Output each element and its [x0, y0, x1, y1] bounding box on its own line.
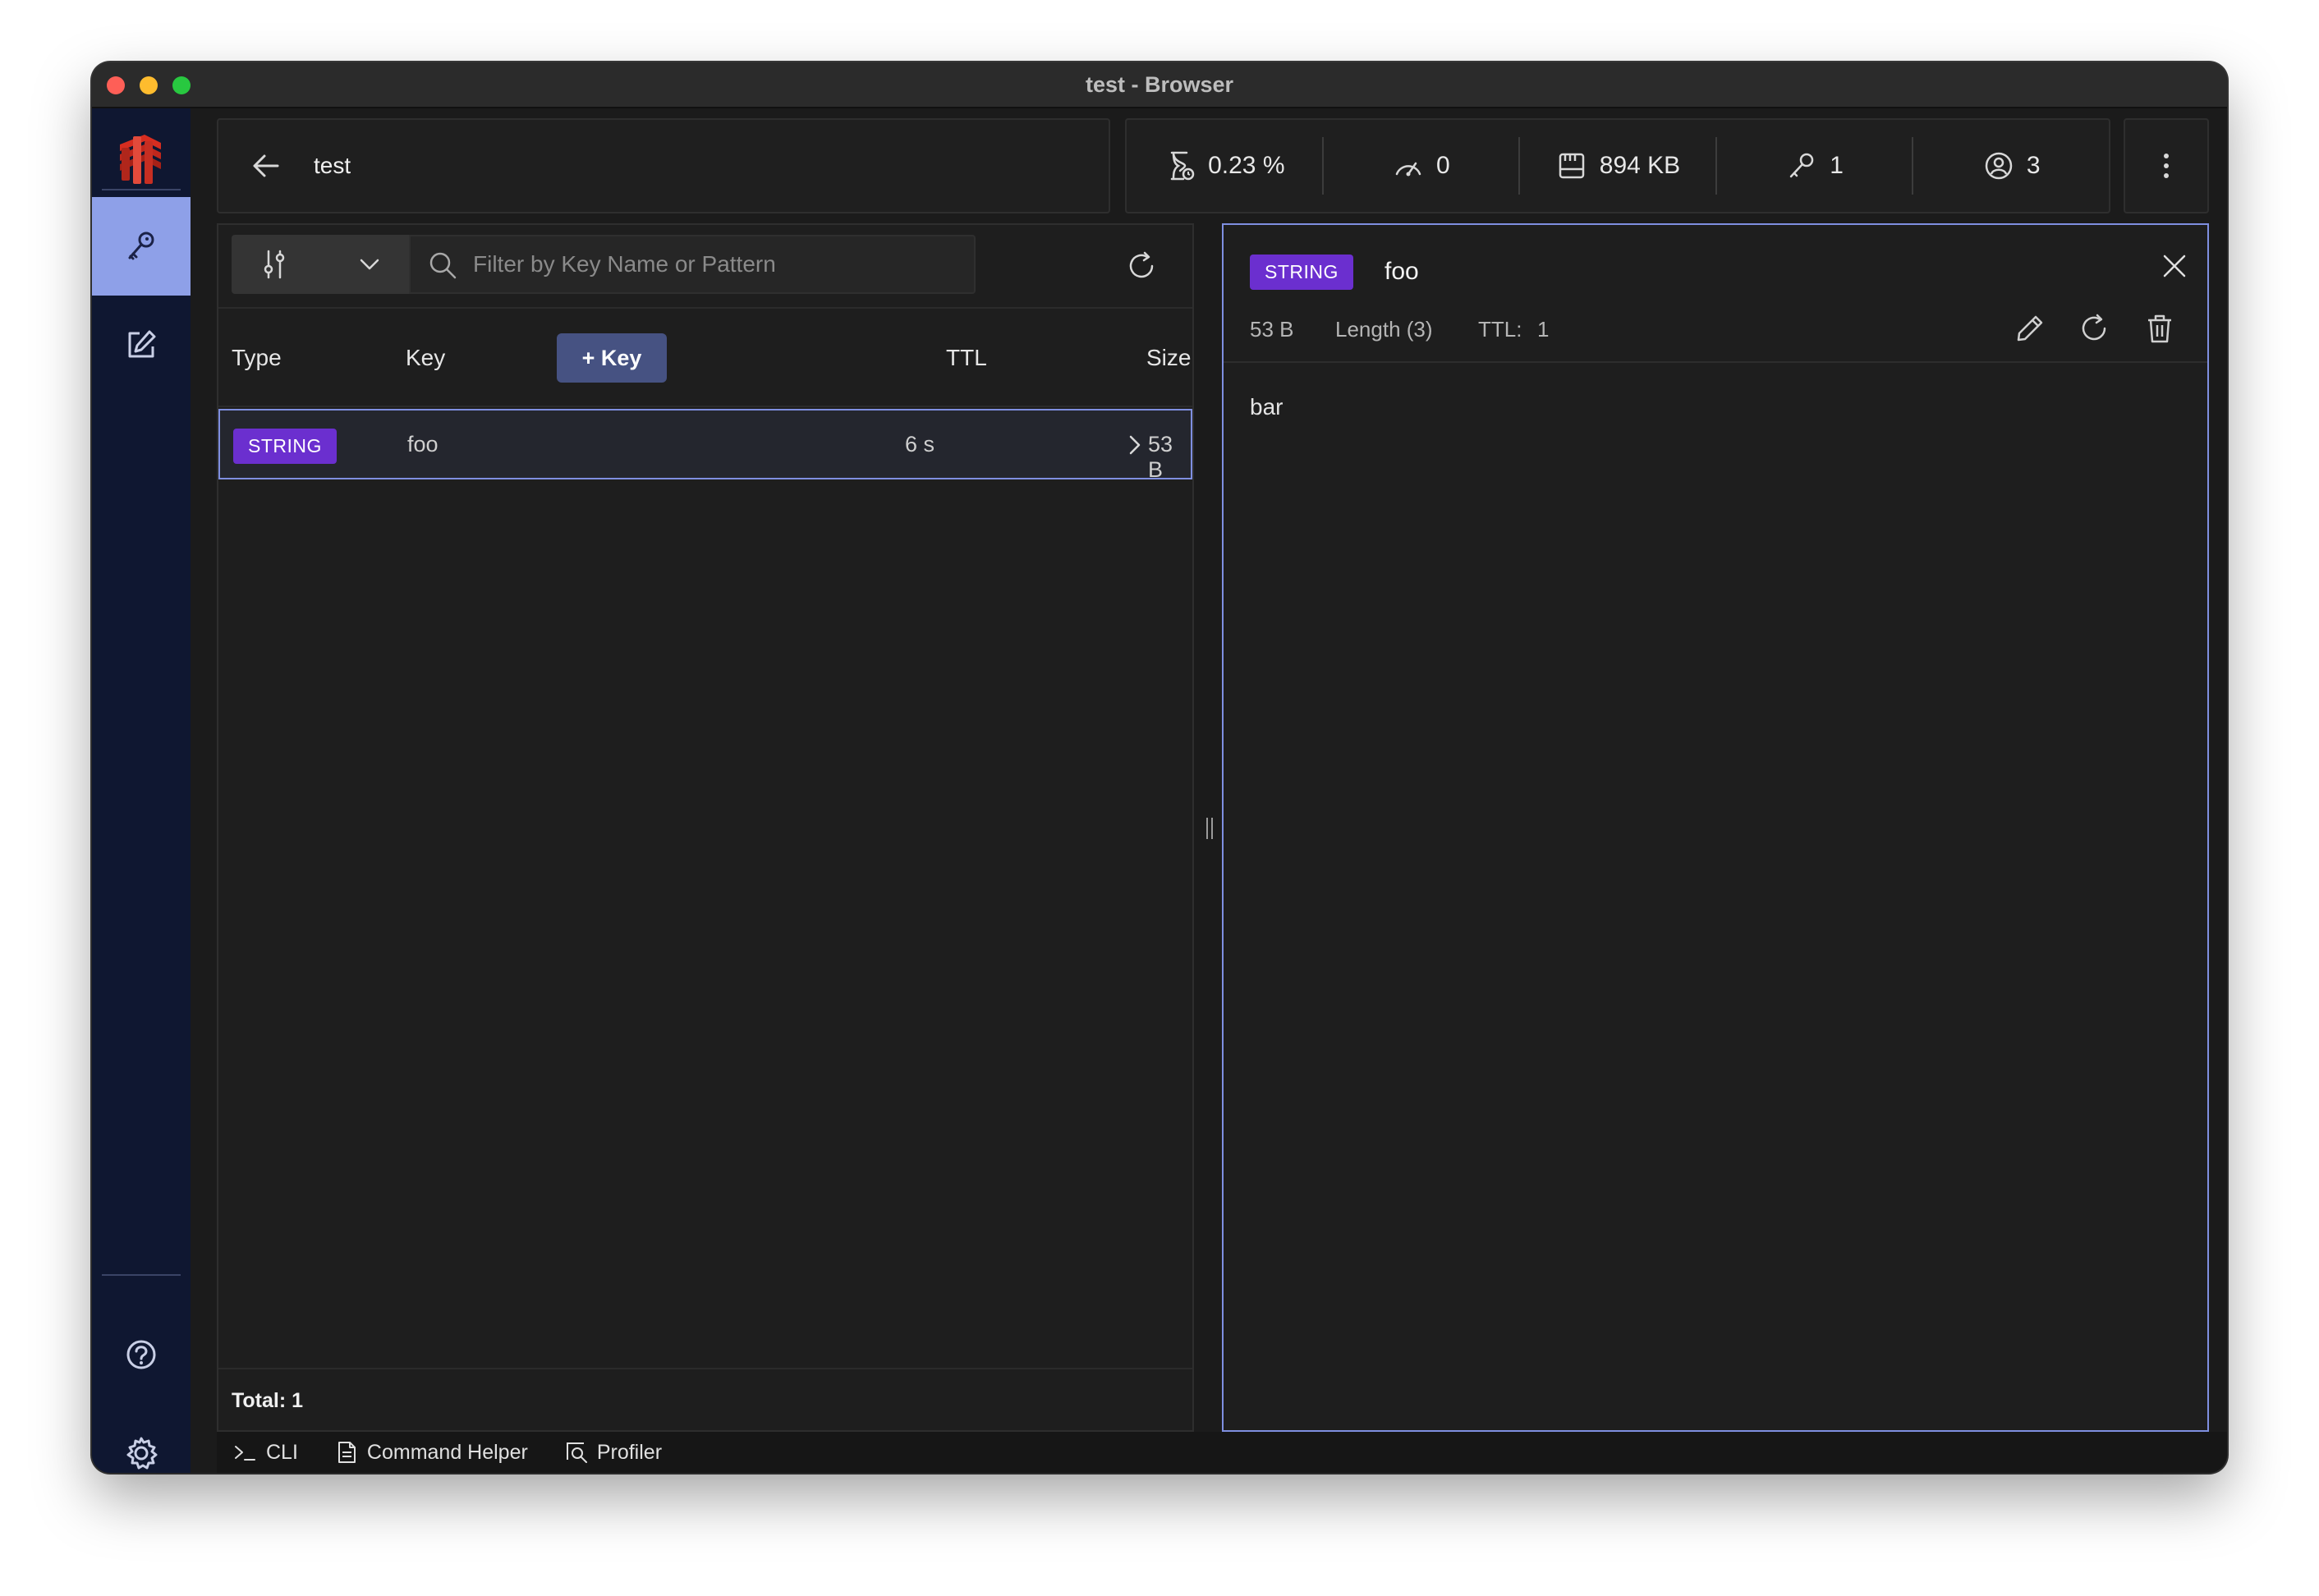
stat-memory: 894 KB [1520, 137, 1717, 195]
hourglass-icon [1170, 151, 1195, 181]
key-ttl: 6 s [905, 432, 935, 456]
document-icon [338, 1442, 356, 1463]
header-key[interactable]: Key [406, 345, 445, 371]
add-key-button[interactable]: + Key [557, 333, 667, 383]
sidebar-divider [102, 189, 181, 190]
chevron-down-icon [360, 259, 379, 270]
detail-ttl-value[interactable]: 1 [1537, 317, 1549, 342]
table-row[interactable]: STRING foo 6 s 53 B [218, 409, 1192, 482]
profiler-icon [566, 1442, 587, 1463]
key-details-panel: STRING foo 53 B Length (3) TTL: 1 bar [1222, 223, 2209, 1432]
sidebar [92, 108, 191, 1473]
filter-sliders-icon [264, 250, 285, 279]
stat-keys-value: 1 [1830, 152, 1844, 179]
header-size[interactable]: Size [1146, 345, 1191, 371]
detail-key-name[interactable]: foo [1385, 258, 1419, 286]
search-icon [429, 252, 457, 279]
detail-length: Length (3) [1335, 317, 1433, 342]
profiler-label: Profiler [596, 1440, 663, 1464]
pencil-icon[interactable] [2014, 312, 2046, 345]
stat-cpu-value: 0.23 % [1208, 152, 1285, 179]
edit-icon [128, 330, 156, 358]
stat-keys: 1 [1717, 137, 1914, 195]
speedometer-icon [1395, 162, 1421, 177]
key-type-badge: STRING [233, 429, 337, 464]
key-size: 53 B [1148, 432, 1173, 482]
detail-divider [1224, 361, 2207, 363]
header-type[interactable]: Type [232, 345, 282, 371]
memory-icon [1559, 153, 1585, 179]
command-helper-button[interactable]: Command Helper [334, 1440, 528, 1465]
refresh-icon[interactable] [2078, 312, 2110, 345]
chevron-right-icon [1129, 435, 1141, 455]
help-icon [126, 1340, 156, 1369]
instance-header: test [217, 118, 1110, 213]
stat-ops: 0 [1324, 137, 1521, 195]
sidebar-item-help[interactable] [92, 1305, 191, 1404]
close-icon[interactable] [2158, 250, 2191, 282]
more-options-button[interactable] [2124, 118, 2209, 213]
sidebar-item-settings[interactable] [92, 1404, 191, 1473]
database-name: test [314, 153, 351, 178]
instance-stats: 0.23 % 0 894 KB 1 3 [1125, 118, 2110, 213]
key-list-panel: Type Key + Key TTL Size STRING foo 6 s 5… [217, 223, 1194, 1432]
key-icon [128, 232, 154, 260]
detail-ttl-label: TTL: [1478, 317, 1522, 342]
redis-logo[interactable] [112, 130, 171, 189]
filter-bar [218, 225, 1192, 309]
stat-ops-value: 0 [1436, 152, 1450, 179]
detail-type-badge: STRING [1250, 255, 1353, 290]
panel-resize-handle[interactable] [1205, 816, 1215, 841]
total-count: Total: 1 [232, 1389, 304, 1412]
bottom-bar: CLI Command Helper Profiler [217, 1432, 2227, 1473]
search-box [409, 235, 976, 294]
title-bar: test - Browser [92, 62, 2227, 108]
app-window: test - Browser test 0.23 % 0 894 KB 1 3 … [92, 62, 2227, 1473]
stat-clients-value: 3 [2026, 152, 2041, 179]
header-ttl[interactable]: TTL [946, 345, 987, 371]
detail-size: 53 B [1250, 317, 1294, 342]
trash-icon[interactable] [2143, 312, 2176, 345]
command-helper-label: Command Helper [366, 1440, 528, 1464]
cli-label: CLI [266, 1440, 298, 1464]
window-title: test - Browser [1085, 72, 1234, 97]
sidebar-item-workbench[interactable] [92, 296, 191, 394]
sidebar-item-browser[interactable] [92, 197, 191, 296]
profiler-button[interactable]: Profiler [564, 1440, 662, 1465]
search-input[interactable] [473, 236, 966, 292]
terminal-icon [235, 1446, 255, 1461]
stat-memory-value: 894 KB [1599, 152, 1681, 179]
table-header: Type Key + Key TTL Size [218, 310, 1192, 407]
user-circle-icon [1985, 152, 2013, 180]
stat-clients: 3 [1913, 137, 2109, 195]
type-filter-dropdown[interactable] [232, 235, 409, 294]
kebab-icon [2164, 154, 2169, 178]
sidebar-divider-bottom [102, 1274, 181, 1276]
cli-button[interactable]: CLI [233, 1440, 298, 1465]
back-arrow-icon[interactable] [250, 149, 282, 182]
key-name: foo [407, 432, 439, 456]
list-footer: Total: 1 [218, 1368, 1192, 1430]
gear-icon [126, 1437, 158, 1470]
key-value[interactable]: bar [1250, 394, 1283, 420]
stat-cpu: 0.23 % [1127, 137, 1324, 195]
refresh-icon[interactable] [1125, 250, 1158, 282]
key-icon [1789, 153, 1814, 178]
